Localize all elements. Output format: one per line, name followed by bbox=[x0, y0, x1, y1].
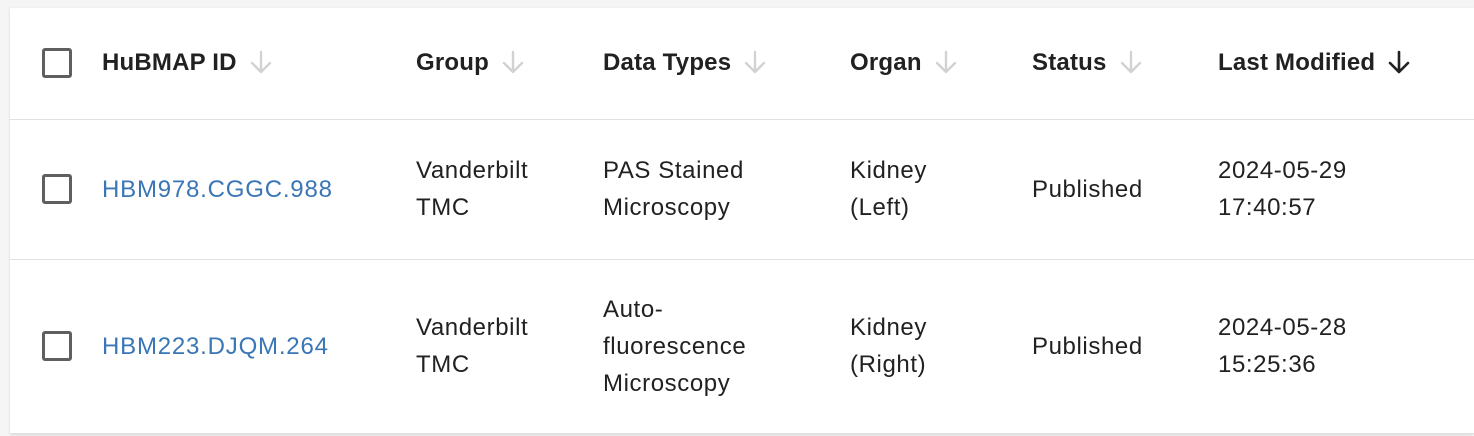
column-header-hubmap-id[interactable]: HuBMAP ID bbox=[102, 8, 416, 119]
data-types-line: Auto- bbox=[603, 295, 664, 323]
select-all-checkbox[interactable] bbox=[42, 48, 72, 79]
datasets-table-card: HuBMAP ID Group Data Types Organ Status … bbox=[10, 8, 1474, 434]
column-header-label: Organ bbox=[850, 49, 922, 77]
organ-line: Kidney bbox=[850, 157, 927, 184]
group-cell: Vanderbilt TMC bbox=[416, 119, 603, 259]
arrow-down-icon[interactable] bbox=[249, 50, 273, 76]
column-header-label: Group bbox=[416, 49, 489, 77]
arrow-down-icon[interactable] bbox=[934, 50, 958, 76]
status-cell: Published bbox=[1032, 332, 1143, 360]
row-checkbox[interactable] bbox=[42, 174, 72, 204]
organ-line: (Left) bbox=[850, 194, 910, 221]
arrow-down-icon[interactable] bbox=[501, 50, 525, 76]
organ-cell: Kidney (Left) bbox=[850, 119, 1032, 259]
column-header-group[interactable]: Group bbox=[416, 8, 603, 119]
row-checkbox[interactable] bbox=[42, 331, 72, 361]
hubmap-id-cell: HBM978.CGGC.988 bbox=[102, 119, 416, 259]
table-row: HBM978.CGGC.988 Vanderbilt TMC PAS Stain… bbox=[10, 119, 1474, 259]
hubmap-id-link[interactable]: HBM978.CGGC.988 bbox=[102, 176, 333, 203]
table-row: HBM223.DJQM.264 Vanderbilt TMC Auto- flu… bbox=[10, 259, 1474, 433]
data-types-line: fluorescence bbox=[603, 332, 747, 360]
select-all-cell bbox=[10, 8, 102, 119]
table-body: HBM978.CGGC.988 Vanderbilt TMC PAS Stain… bbox=[10, 119, 1474, 433]
modified-date: 2024-05-28 bbox=[1218, 314, 1347, 341]
organ-cell: Kidney (Right) bbox=[850, 259, 1032, 433]
last-modified-cell: 2024-05-29 17:40:57 bbox=[1218, 119, 1474, 259]
organ-line: Kidney bbox=[850, 314, 927, 341]
arrow-down-icon[interactable] bbox=[1387, 50, 1411, 76]
data-types-line: PAS Stained bbox=[603, 157, 744, 184]
column-header-organ[interactable]: Organ bbox=[850, 8, 1032, 119]
datasets-table: HuBMAP ID Group Data Types Organ Status … bbox=[10, 8, 1474, 434]
hubmap-id-cell: HBM223.DJQM.264 bbox=[102, 259, 416, 433]
group-cell: Vanderbilt TMC bbox=[416, 259, 603, 433]
group-line: Vanderbilt bbox=[416, 157, 529, 184]
arrow-down-icon[interactable] bbox=[1119, 50, 1143, 76]
row-select-cell bbox=[10, 259, 102, 433]
column-header-label: Status bbox=[1032, 49, 1107, 77]
column-header-status[interactable]: Status bbox=[1032, 8, 1218, 119]
modified-time: 17:40:57 bbox=[1218, 194, 1317, 221]
arrow-down-icon[interactable] bbox=[743, 50, 767, 76]
group-line: TMC bbox=[416, 351, 470, 378]
column-header-label: Data Types bbox=[603, 49, 732, 77]
status-cell: Published bbox=[1032, 175, 1143, 203]
hubmap-id-link[interactable]: HBM223.DJQM.264 bbox=[102, 333, 329, 360]
header-row: HuBMAP ID Group Data Types Organ Status … bbox=[10, 8, 1474, 119]
last-modified-cell: 2024-05-28 15:25:36 bbox=[1218, 259, 1474, 433]
column-header-last-modified[interactable]: Last Modified bbox=[1218, 8, 1474, 119]
column-header-data-types[interactable]: Data Types bbox=[603, 8, 850, 119]
group-line: TMC bbox=[416, 194, 470, 221]
data-types-line: Microscopy bbox=[603, 194, 731, 221]
column-header-label: Last Modified bbox=[1218, 49, 1376, 77]
data-types-cell: PAS Stained Microscopy bbox=[603, 119, 850, 259]
row-select-cell bbox=[10, 119, 102, 259]
column-header-label: HuBMAP ID bbox=[102, 49, 237, 77]
group-line: Vanderbilt bbox=[416, 314, 529, 341]
table-header: HuBMAP ID Group Data Types Organ Status … bbox=[10, 8, 1474, 119]
organ-line: (Right) bbox=[850, 351, 927, 378]
modified-time: 15:25:36 bbox=[1218, 351, 1317, 378]
data-types-cell: Auto- fluorescence Microscopy bbox=[603, 259, 850, 433]
modified-date: 2024-05-29 bbox=[1218, 157, 1347, 184]
data-types-line: Microscopy bbox=[603, 369, 731, 397]
